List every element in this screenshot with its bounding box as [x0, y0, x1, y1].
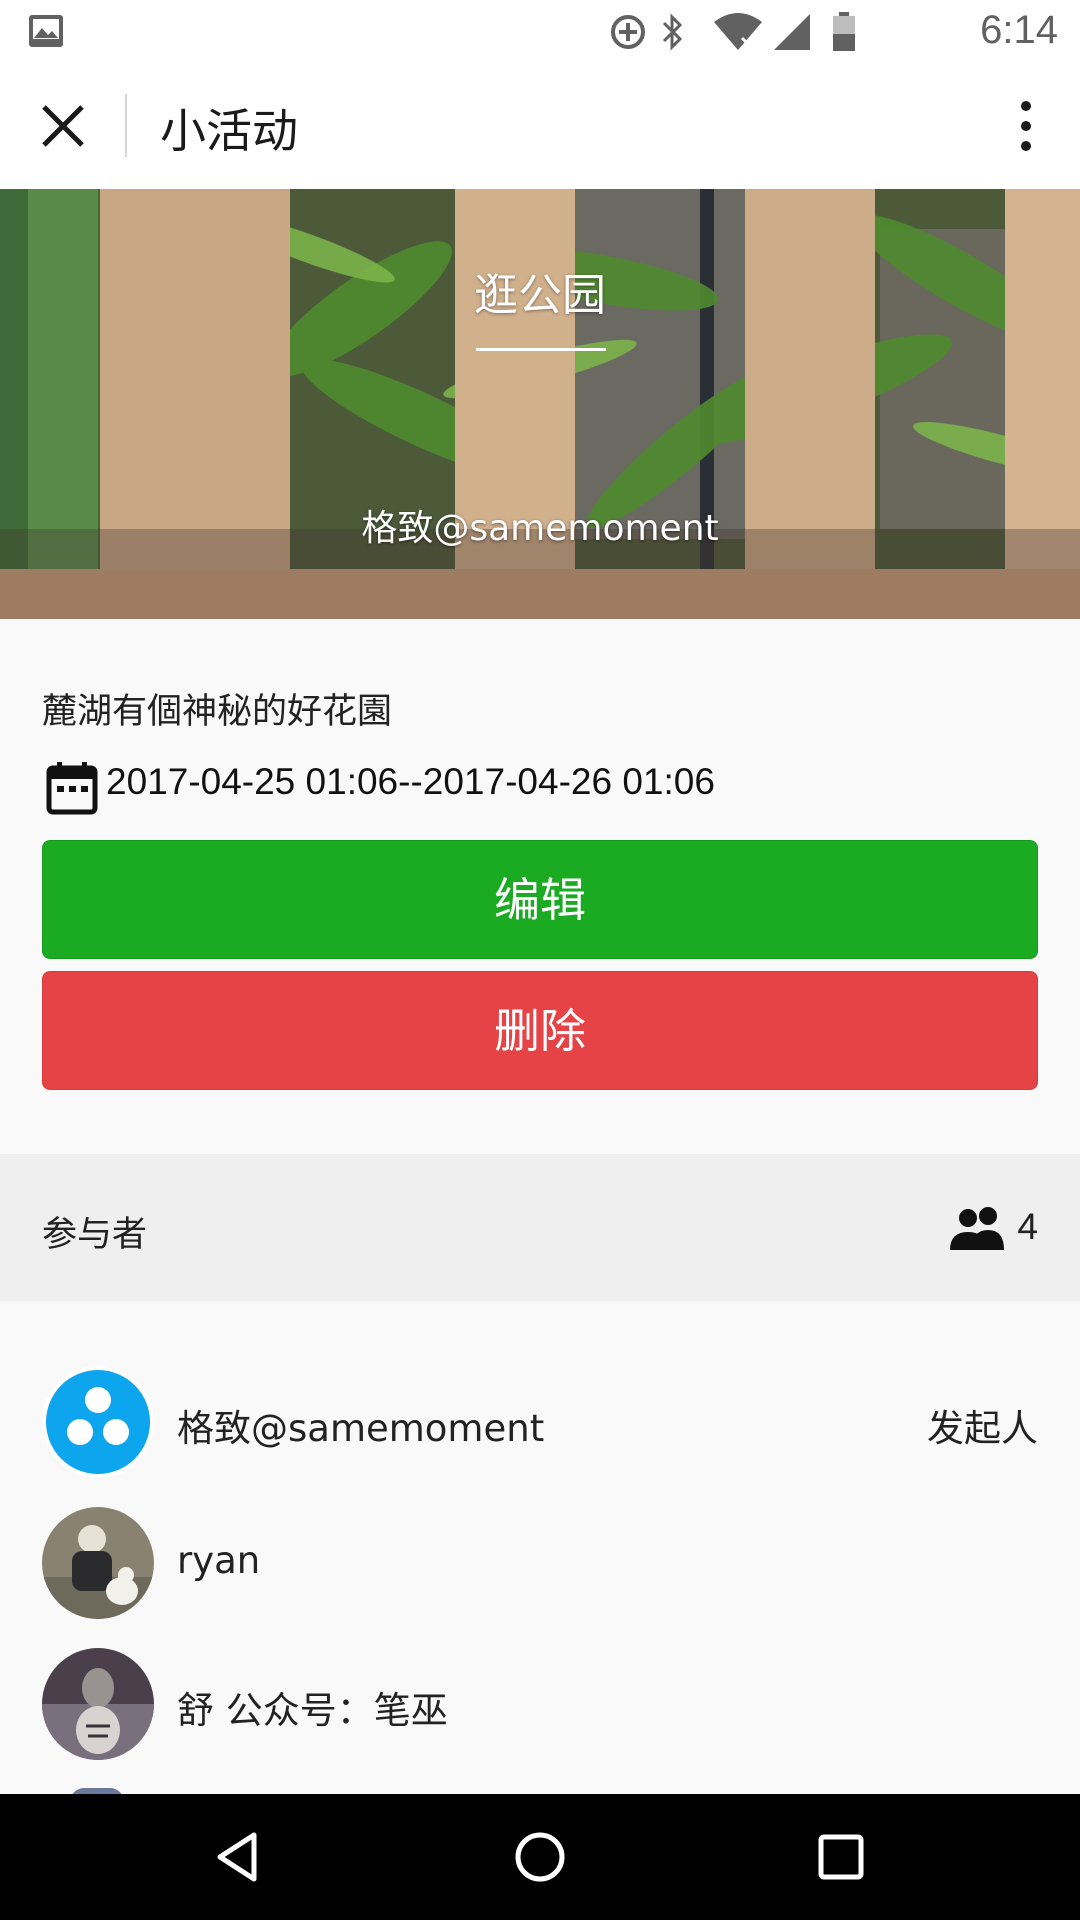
participants-title: 参与者 — [42, 1215, 148, 1255]
participants-header: 参与者 4 — [0, 1154, 1080, 1301]
avatar — [42, 1648, 154, 1760]
title-underline — [476, 348, 606, 351]
participant-row[interactable]: 格致@samemoment 发起人 — [0, 1366, 1080, 1486]
page-title: 小活动 — [160, 104, 298, 158]
home-icon[interactable] — [510, 1827, 570, 1887]
avatar — [42, 1507, 154, 1619]
hero-banner: 逛公园 格致@samemoment — [0, 189, 1080, 619]
activity-description: 麓湖有個神秘的好花園 — [42, 692, 393, 732]
participant-row[interactable]: ryan — [0, 1507, 1080, 1627]
people-icon — [950, 1207, 1004, 1250]
bluetooth-icon — [662, 13, 683, 51]
avatar — [42, 1366, 154, 1478]
back-icon[interactable] — [208, 1827, 268, 1887]
status-bar: 6:14 — [0, 0, 1080, 63]
more-vert-icon[interactable] — [996, 96, 1056, 156]
recent-apps-icon[interactable] — [811, 1827, 871, 1887]
participant-name: ryan — [177, 1539, 261, 1582]
status-time: 6:14 — [980, 8, 1058, 52]
activity-author: 格致@samemoment — [361, 508, 719, 549]
calendar-icon — [46, 762, 98, 815]
close-icon[interactable] — [30, 96, 96, 156]
date-range: 2017-04-25 01:06--2017-04-26 01:06 — [106, 761, 715, 802]
samemoment-logo-icon — [46, 1370, 150, 1474]
activity-title: 逛公园 — [474, 270, 606, 321]
signal-icon — [774, 14, 810, 50]
delete-button[interactable]: 删除 — [42, 971, 1038, 1090]
gallery-icon — [29, 15, 63, 47]
organizer-badge: 发起人 — [927, 1407, 1038, 1450]
system-nav-bar — [0, 1794, 1080, 1920]
data-saver-icon — [611, 15, 645, 49]
participant-name: 舒 公众号：笔巫 — [177, 1689, 448, 1732]
title-bar: 小活动 — [0, 63, 1080, 189]
edit-button[interactable]: 编辑 — [42, 840, 1038, 959]
user-photo-icon — [42, 1507, 154, 1619]
user-photo-icon — [42, 1648, 154, 1760]
participant-row[interactable]: 舒 公众号：笔巫 — [0, 1648, 1080, 1768]
participant-name: 格致@samemoment — [177, 1407, 545, 1450]
participants-count-value: 4 — [1017, 1206, 1038, 1247]
garden-background-image — [0, 189, 1080, 619]
wifi-icon — [714, 13, 762, 50]
battery-icon — [833, 12, 855, 51]
title-divider — [125, 94, 127, 157]
